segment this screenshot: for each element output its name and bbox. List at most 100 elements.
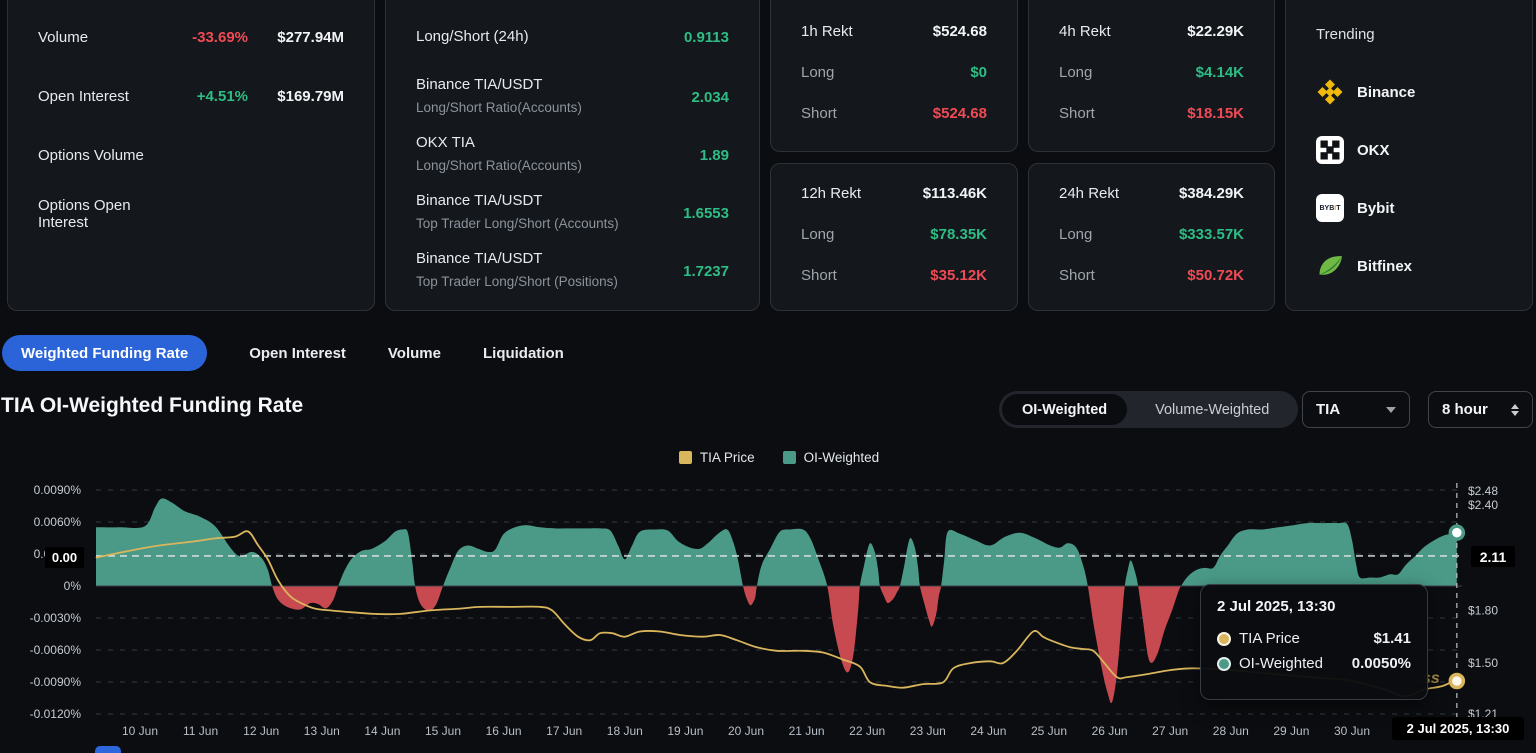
trending-card: Trending Binance OKX BYBITBybit Bitfinex bbox=[1285, 0, 1533, 311]
trending-item-label: OKX bbox=[1357, 142, 1390, 159]
x-axis-tick-label: 21 Jun bbox=[789, 724, 825, 738]
rekt-long-value: $78.35K bbox=[930, 226, 987, 243]
rekt-long-label: Long bbox=[801, 226, 930, 243]
stat-value: $277.94M bbox=[248, 29, 344, 46]
ratio-sublabel: Long/Short Ratio(Accounts) bbox=[416, 96, 691, 120]
rekt-long-value: $4.14K bbox=[1196, 64, 1244, 81]
binance-icon bbox=[1316, 78, 1344, 106]
ratio-label: Long/Short (24h) bbox=[416, 26, 684, 48]
trending-item-label: Binance bbox=[1357, 84, 1415, 101]
trending-title: Trending bbox=[1316, 26, 1502, 48]
rekt-title: 12h Rekt bbox=[801, 185, 923, 202]
x-axis-tick-label: 24 Jun bbox=[970, 724, 1006, 738]
right-axis-tick-label: $2.40 bbox=[1468, 498, 1498, 512]
ratio-row: Binance TIA/USDTTop Trader Long/Short (P… bbox=[416, 248, 729, 294]
x-axis-tick-label: 29 Jun bbox=[1273, 724, 1309, 738]
rekt-title: 24h Rekt bbox=[1059, 185, 1179, 202]
sort-updown-icon bbox=[1511, 404, 1519, 416]
left-axis-tick-label: -0.0090% bbox=[30, 675, 82, 689]
ratio-labels: OKX TIALong/Short Ratio(Accounts) bbox=[416, 132, 700, 178]
toggle-oi-weighted[interactable]: OI-Weighted bbox=[1002, 394, 1127, 425]
left-axis-tick-label: -0.0060% bbox=[30, 643, 82, 657]
ratio-sublabel: Top Trader Long/Short (Positions) bbox=[416, 270, 683, 294]
left-axis-tick-label: -0.0030% bbox=[30, 611, 82, 625]
trending-item-binance[interactable]: Binance bbox=[1316, 78, 1502, 106]
ratio-row: OKX TIALong/Short Ratio(Accounts)1.89 bbox=[416, 132, 729, 178]
right-axis-tick-label: $1.80 bbox=[1468, 603, 1498, 617]
ratio-value: 0.9113 bbox=[684, 29, 729, 46]
right-axis-tick-label: $2.48 bbox=[1468, 484, 1498, 498]
rekt-title: 4h Rekt bbox=[1059, 23, 1187, 40]
ratio-labels: Binance TIA/USDTTop Trader Long/Short (P… bbox=[416, 248, 683, 294]
interval-select[interactable]: 8 hour bbox=[1428, 391, 1533, 428]
rekt-card: 1h Rekt$524.68Long$0Short$524.68 bbox=[770, 0, 1018, 152]
legend-label: OI-Weighted bbox=[804, 450, 880, 465]
tab-open-interest[interactable]: Open Interest bbox=[249, 345, 346, 362]
legend-item-oi-weighted[interactable]: OI-Weighted bbox=[783, 450, 880, 465]
legend-label: TIA Price bbox=[700, 450, 755, 465]
tab-weighted-funding-rate[interactable]: Weighted Funding Rate bbox=[2, 335, 207, 371]
left-axis-tick-label: -0.0120% bbox=[30, 707, 82, 721]
ratio-labels: Binance TIA/USDTLong/Short Ratio(Account… bbox=[416, 74, 691, 120]
ratio-sublabel: Top Trader Long/Short (Accounts) bbox=[416, 212, 683, 236]
stat-label: Volume bbox=[38, 29, 156, 46]
right-axis-current-price-badge: 2.11 bbox=[1471, 546, 1515, 567]
rekt-total-row: 12h Rekt$113.46K bbox=[801, 182, 987, 204]
scroll-nub bbox=[95, 746, 121, 753]
stat-change-pct: -33.69% bbox=[156, 29, 248, 46]
legend-item-tia-price[interactable]: TIA Price bbox=[679, 450, 755, 465]
ratio-label: OKX TIA bbox=[416, 132, 700, 154]
tooltip-funding-value: 0.0050% bbox=[1331, 655, 1411, 672]
toggle-volume-weighted[interactable]: Volume-Weighted bbox=[1133, 394, 1291, 425]
rekt-short-value: $18.15K bbox=[1187, 105, 1244, 122]
tooltip-row-price: TIA Price $1.41 bbox=[1217, 628, 1411, 649]
stat-row: Open Interest+4.51%$169.79M bbox=[38, 85, 344, 107]
ratio-row: Long/Short (24h)0.9113 bbox=[416, 26, 729, 48]
ratio-value: 1.7237 bbox=[683, 263, 729, 280]
x-axis-tick-label: 17 Jun bbox=[546, 724, 582, 738]
rekt-short-value: $50.72K bbox=[1187, 267, 1244, 284]
stat-change-pct: +4.51% bbox=[156, 88, 248, 105]
rekt-short-row: Short$18.15K bbox=[1059, 102, 1244, 124]
bybit-icon: BYBIT bbox=[1316, 194, 1344, 222]
right-axis-tick-label: $1.50 bbox=[1468, 656, 1498, 670]
rekt-long-row: Long$0 bbox=[801, 61, 987, 83]
x-axis-tick-label: 18 Jun bbox=[607, 724, 643, 738]
x-axis-tick-label: 30 Jun bbox=[1334, 724, 1370, 738]
left-axis-current-badge: 0.00 bbox=[45, 547, 84, 568]
left-axis-tick-label: 0.0090% bbox=[34, 483, 82, 497]
trending-item-bybit[interactable]: BYBITBybit bbox=[1316, 194, 1502, 222]
rekt-long-row: Long$333.57K bbox=[1059, 223, 1244, 245]
left-axis-tick-label: 0.0060% bbox=[34, 515, 82, 529]
trending-item-label: Bitfinex bbox=[1357, 258, 1412, 275]
rekt-short-value: $35.12K bbox=[930, 267, 987, 284]
rekt-card: 12h Rekt$113.46K Long$78.35K Short$35.12K bbox=[770, 163, 1018, 311]
tooltip-row-funding: OI-Weighted 0.0050% bbox=[1217, 653, 1411, 674]
bitfinex-icon bbox=[1316, 252, 1344, 280]
trending-item-bitfinex[interactable]: Bitfinex bbox=[1316, 252, 1502, 280]
tooltip-date: 2 Jul 2025, 13:30 bbox=[1217, 598, 1411, 615]
tab-liquidation[interactable]: Liquidation bbox=[483, 345, 564, 362]
stat-label: Open Interest bbox=[38, 88, 156, 105]
rekt-short-label: Short bbox=[801, 267, 930, 284]
rekt-short-label: Short bbox=[1059, 105, 1187, 122]
rekt-total-value: $113.46K bbox=[923, 185, 987, 202]
chart-tabs: Weighted Funding Rate Open Interest Volume… bbox=[2, 335, 564, 371]
rekt-long-row: Long$4.14K bbox=[1059, 61, 1244, 83]
symbol-select[interactable]: TIA bbox=[1302, 391, 1410, 428]
rekt-short-value: $524.68 bbox=[933, 105, 987, 122]
ratio-value: 1.89 bbox=[700, 147, 729, 164]
ratio-label: Binance TIA/USDT bbox=[416, 190, 683, 212]
x-axis-tick-label: 25 Jun bbox=[1031, 724, 1067, 738]
tab-volume[interactable]: Volume bbox=[388, 345, 441, 362]
ratio-row: Binance TIA/USDTTop Trader Long/Short (A… bbox=[416, 190, 729, 236]
rekt-total-row: 1h Rekt$524.68 bbox=[801, 20, 987, 42]
x-axis-tick-label: 12 Jun bbox=[243, 724, 279, 738]
x-axis-tick-label: 27 Jun bbox=[1152, 724, 1188, 738]
rekt-long-row: Long$78.35K bbox=[801, 223, 987, 245]
rekt-card: 4h Rekt$22.29KLong$4.14KShort$18.15K bbox=[1028, 0, 1275, 152]
rekt-short-row: Short$35.12K bbox=[801, 264, 987, 286]
bybit-logo-text: BYBIT bbox=[1319, 205, 1340, 212]
weighting-toggle: OI-WeightedVolume-Weighted bbox=[999, 391, 1298, 428]
trending-item-okx[interactable]: OKX bbox=[1316, 136, 1502, 164]
